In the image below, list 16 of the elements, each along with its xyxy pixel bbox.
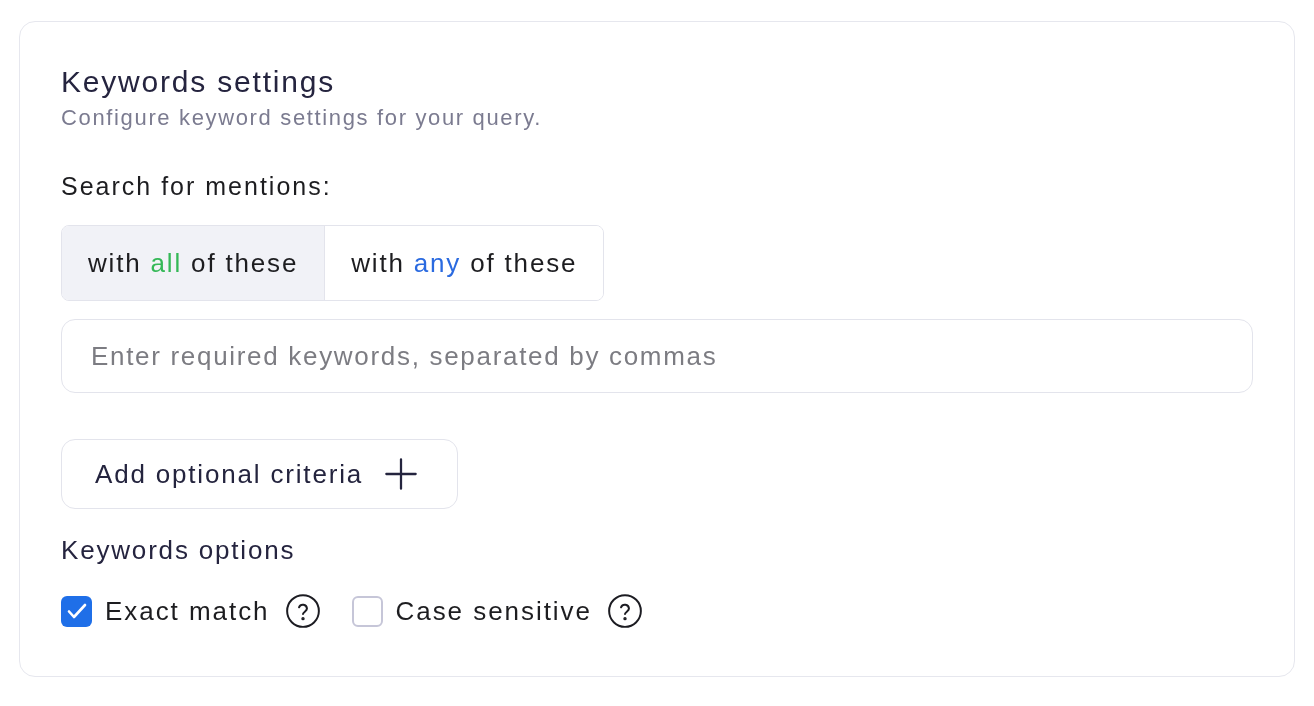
- card-title: Keywords settings: [61, 64, 336, 100]
- match-mode-option[interactable]: with any of these: [324, 226, 604, 300]
- option-label: Case sensitive: [395, 596, 592, 626]
- help-icon[interactable]: [607, 594, 642, 628]
- search-label: Search for mentions:: [61, 171, 332, 201]
- options-heading: Keywords options: [61, 535, 296, 565]
- match-mode-option[interactable]: with all of these: [62, 226, 325, 300]
- help-icon[interactable]: [285, 594, 320, 628]
- keywords-input-field[interactable]: Enter required keywords, separated by commas: [61, 319, 1253, 393]
- checkmark-icon: [66, 603, 87, 619]
- card-subtitle: Configure keyword settings for your query.: [61, 104, 542, 132]
- plus-icon: [385, 458, 418, 490]
- add-criteria-button[interactable]: Add optional criteria: [61, 439, 459, 509]
- checkbox[interactable]: [61, 595, 92, 627]
- checkbox[interactable]: [351, 595, 383, 627]
- option-label: Exact match: [105, 596, 270, 626]
